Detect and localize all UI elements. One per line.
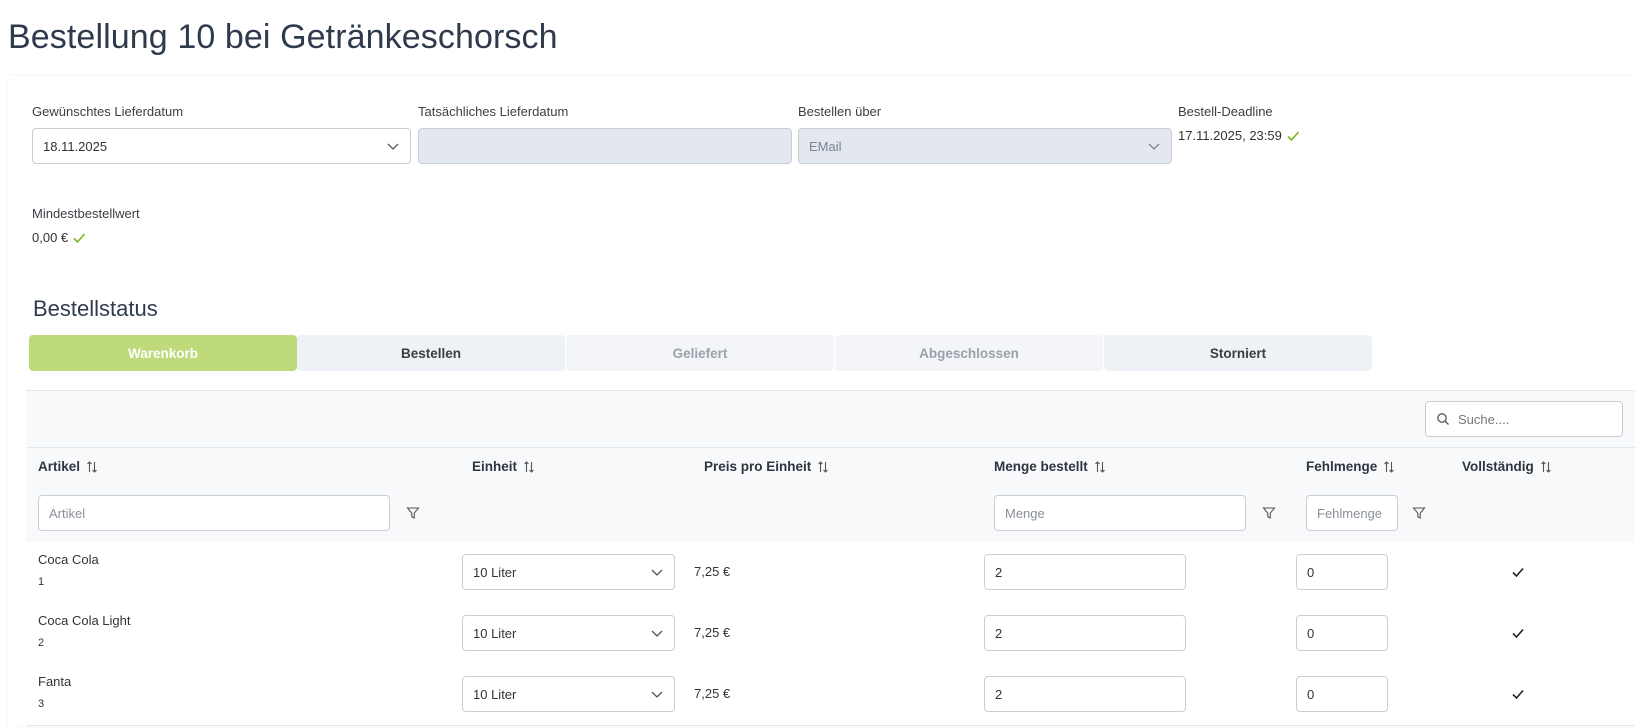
table-row: Coca Cola Light 2 10 Liter 7,25 € 2 0 <box>26 603 1635 665</box>
actual-date-label: Tatsächliches Lieferdatum <box>418 104 569 119</box>
status-bestellen-button[interactable]: Bestellen <box>297 335 565 371</box>
unit-price: 7,25 € <box>694 686 731 701</box>
missing-quantity-input[interactable]: 0 <box>1296 676 1388 712</box>
column-header-artikel[interactable]: Artikel <box>38 459 98 474</box>
table-row: Fanta 3 10 Liter 7,25 € 2 0 <box>26 664 1635 726</box>
unit-select[interactable]: 10 Liter <box>462 676 675 712</box>
search-icon <box>1437 413 1449 425</box>
table-row: Coca Cola 1 10 Liter 7,25 € 2 0 <box>26 542 1635 604</box>
actual-date-field <box>418 128 792 164</box>
filter-placeholder: Fehlmenge <box>1317 505 1383 521</box>
filter-icon[interactable] <box>1262 506 1276 520</box>
min-order-value-wrap: 0,00 € <box>32 230 86 245</box>
column-label: Vollständig <box>1462 459 1534 474</box>
article-id: 2 <box>38 637 45 649</box>
quantity-input[interactable]: 2 <box>984 615 1186 651</box>
sort-icon <box>1540 460 1551 473</box>
search-input[interactable]: Suche.... <box>1425 401 1623 437</box>
table-header: Artikel Einheit Preis pro Einheit Menge … <box>26 447 1635 487</box>
unit-select[interactable]: 10 Liter <box>462 615 675 651</box>
column-label: Fehlmenge <box>1306 459 1378 474</box>
desired-date-label: Gewünschtes Lieferdatum <box>32 104 184 119</box>
article-name: Fanta <box>38 674 72 689</box>
filter-icon[interactable] <box>406 506 420 520</box>
quantity-input[interactable]: 2 <box>984 676 1186 712</box>
column-header-menge[interactable]: Menge bestellt <box>994 459 1106 474</box>
missing-value: 0 <box>1307 564 1315 580</box>
status-geliefert-button: Geliefert <box>566 335 834 371</box>
fehlmenge-filter-input[interactable]: Fehlmenge <box>1306 495 1398 531</box>
items-table: Suche.... Artikel Einheit Preis pro Einh… <box>26 390 1635 728</box>
check-icon <box>1512 567 1524 578</box>
check-icon <box>73 232 86 243</box>
deadline-value: 17.11.2025, 23:59 <box>1178 128 1282 143</box>
filter-row: Artikel Menge Fehlmenge <box>26 485 1635 543</box>
quantity-value: 2 <box>995 686 1003 702</box>
missing-quantity-input[interactable]: 0 <box>1296 615 1388 651</box>
desired-date-select[interactable]: 18.11.2025 <box>32 128 411 164</box>
quantity-input[interactable]: 2 <box>984 554 1186 590</box>
chevron-down-icon <box>651 569 663 576</box>
unit-select[interactable]: 10 Liter <box>462 554 675 590</box>
column-label: Artikel <box>38 459 81 474</box>
sort-icon <box>1384 460 1395 473</box>
article-name: Coca Cola <box>38 552 99 567</box>
chevron-down-icon <box>387 143 399 150</box>
unit-value: 10 Liter <box>473 625 517 641</box>
missing-quantity-input[interactable]: 0 <box>1296 554 1388 590</box>
desired-date-value: 18.11.2025 <box>43 138 108 154</box>
status-storniert-button[interactable]: Storniert <box>1104 335 1372 371</box>
article-id: 3 <box>38 698 45 710</box>
menge-filter-input[interactable]: Menge <box>994 495 1246 531</box>
article-id: 1 <box>38 576 45 588</box>
column-header-fehlmenge[interactable]: Fehlmenge <box>1306 459 1395 474</box>
order-via-label: Bestellen über <box>798 104 882 119</box>
sort-icon <box>1094 460 1105 473</box>
chevron-down-icon <box>651 691 663 698</box>
article-name: Coca Cola Light <box>38 613 131 628</box>
min-order-label: Mindestbestellwert <box>32 206 140 221</box>
check-icon <box>1512 689 1524 700</box>
status-title: Bestellstatus <box>33 296 158 321</box>
column-label: Einheit <box>472 459 518 474</box>
deadline-label: Bestell-Deadline <box>1178 104 1273 119</box>
chevron-down-icon <box>651 630 663 637</box>
column-label: Menge bestellt <box>994 459 1088 474</box>
order-via-select: EMail <box>798 128 1172 164</box>
order-via-value: EMail <box>809 138 842 154</box>
status-abgeschlossen-button: Abgeschlossen <box>835 335 1103 371</box>
deadline-value-wrap: 17.11.2025, 23:59 <box>1178 128 1300 143</box>
quantity-value: 2 <box>995 564 1003 580</box>
search-placeholder: Suche.... <box>1458 411 1510 427</box>
check-icon <box>1287 130 1299 141</box>
unit-price: 7,25 € <box>694 625 731 640</box>
column-header-preis[interactable]: Preis pro Einheit <box>704 459 829 474</box>
chevron-down-icon <box>1148 143 1160 150</box>
min-order-value: 0,00 € <box>32 230 69 245</box>
filter-icon[interactable] <box>1412 506 1426 520</box>
filter-placeholder: Menge <box>1005 505 1045 521</box>
artikel-filter-input[interactable]: Artikel <box>38 495 390 531</box>
column-header-vollstaendig[interactable]: Vollständig <box>1462 459 1552 474</box>
missing-value: 0 <box>1307 625 1315 641</box>
sort-icon <box>87 460 97 473</box>
filter-placeholder: Artikel <box>49 505 86 521</box>
status-warenkorb-button[interactable]: Warenkorb <box>29 335 297 371</box>
unit-price: 7,25 € <box>694 564 731 579</box>
quantity-value: 2 <box>995 625 1003 641</box>
sort-icon <box>818 460 829 473</box>
column-label: Preis pro Einheit <box>704 459 812 474</box>
page-title: Bestellung 10 bei Getränkeschorsch <box>8 18 558 56</box>
column-header-einheit[interactable]: Einheit <box>472 459 535 474</box>
unit-value: 10 Liter <box>473 686 517 702</box>
unit-value: 10 Liter <box>473 564 517 580</box>
missing-value: 0 <box>1307 686 1315 702</box>
check-icon <box>1512 628 1524 639</box>
sort-icon <box>524 460 534 473</box>
